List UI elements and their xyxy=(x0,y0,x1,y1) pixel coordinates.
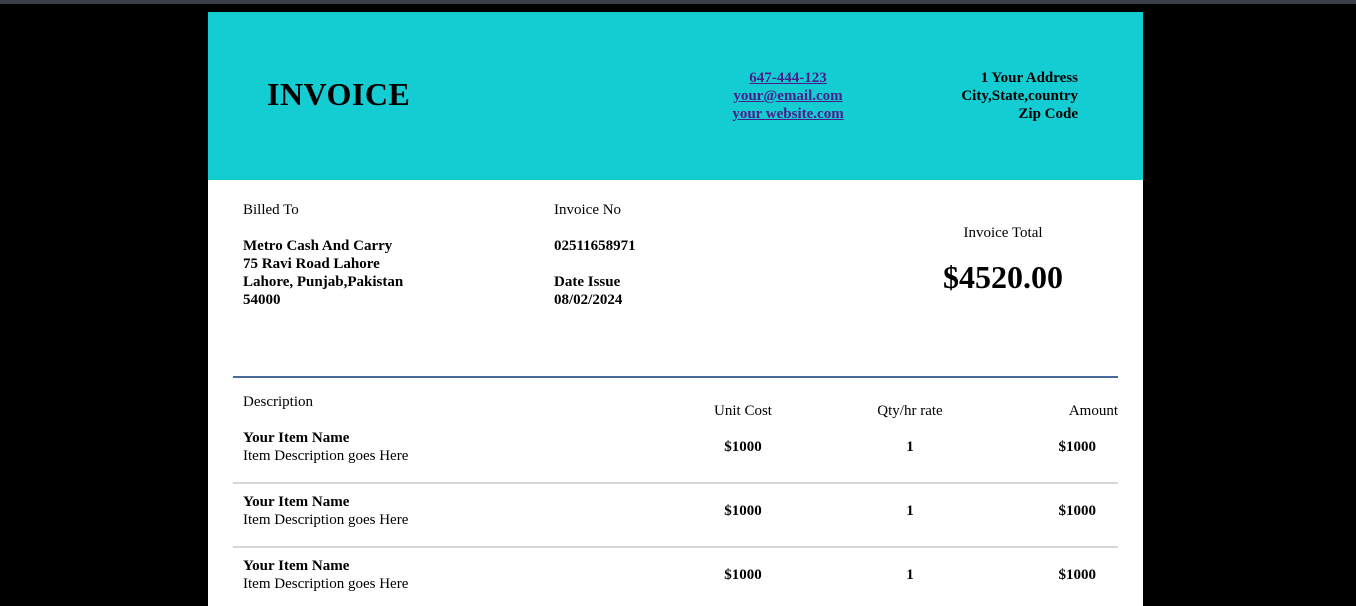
email-link[interactable]: your@email.com xyxy=(708,87,868,105)
invoice-header: INVOICE 647-444-123 your@email.com your … xyxy=(208,12,1143,180)
invoice-sheet: INVOICE 647-444-123 your@email.com your … xyxy=(208,12,1143,606)
item-amount: $1000 xyxy=(1058,567,1097,583)
invoice-info-block: Invoice No 02511658971 Date Issue 08/02/… xyxy=(554,201,636,309)
contact-block: 647-444-123 your@email.com your website.… xyxy=(708,69,868,123)
item-amount: $1000 xyxy=(1058,503,1097,519)
item-description: Item Description goes Here xyxy=(243,576,409,592)
section-divider xyxy=(233,376,1118,378)
item-unit-cost: $1000 xyxy=(724,503,762,519)
item-qty: 1 xyxy=(906,503,914,519)
company-address: 1 Your Address City,State,country Zip Co… xyxy=(858,69,1078,123)
column-header-unit-cost: Unit Cost xyxy=(714,403,772,419)
table-row: Your Item Name Item Description goes Her… xyxy=(233,429,1118,493)
phone-link[interactable]: 647-444-123 xyxy=(708,69,868,87)
item-amount: $1000 xyxy=(1058,439,1097,455)
items-table-header: Description Unit Cost Qty/hr rate Amount xyxy=(233,393,1118,433)
date-issue-label: Date Issue xyxy=(554,274,621,290)
item-description: Item Description goes Here xyxy=(243,448,409,464)
column-header-description: Description xyxy=(243,394,313,410)
date-issue: 08/02/2024 xyxy=(554,292,623,308)
invoice-number-label: Invoice No xyxy=(554,202,622,218)
billed-to-block: Billed To Metro Cash And Carry 75 Ravi R… xyxy=(243,201,403,309)
item-unit-cost: $1000 xyxy=(724,567,762,583)
table-row: Your Item Name Item Description goes Her… xyxy=(233,493,1118,557)
invoice-total-amount: $4520.00 xyxy=(943,259,1063,295)
invoice-title: INVOICE xyxy=(267,76,411,112)
client-city: Lahore, Punjab,Pakistan xyxy=(243,274,404,290)
item-qty: 1 xyxy=(906,439,914,455)
client-street: 75 Ravi Road Lahore xyxy=(243,256,380,272)
item-description: Item Description goes Here xyxy=(243,512,409,528)
client-name: Metro Cash And Carry xyxy=(243,238,393,254)
address-line-2: City,State,country xyxy=(961,88,1078,104)
invoice-total-label: Invoice Total xyxy=(963,225,1043,241)
column-header-qty: Qty/hr rate xyxy=(877,403,943,419)
item-name: Your Item Name xyxy=(243,558,350,574)
browser-top-strip xyxy=(0,0,1356,4)
address-line-3: Zip Code xyxy=(1018,106,1078,122)
item-qty: 1 xyxy=(906,567,914,583)
invoice-total-block: Invoice Total $4520.00 xyxy=(888,224,1118,293)
invoice-number: 02511658971 xyxy=(554,238,636,254)
client-zip: 54000 xyxy=(243,292,281,308)
table-row: Your Item Name Item Description goes Her… xyxy=(233,557,1118,606)
item-name: Your Item Name xyxy=(243,430,350,446)
address-line-1: 1 Your Address xyxy=(980,70,1078,86)
item-name: Your Item Name xyxy=(243,494,350,510)
website-link[interactable]: your website.com xyxy=(708,105,868,123)
billed-to-label: Billed To xyxy=(243,202,299,218)
row-divider xyxy=(233,482,1118,484)
item-unit-cost: $1000 xyxy=(724,439,762,455)
row-divider xyxy=(233,546,1118,548)
column-header-amount: Amount xyxy=(1068,403,1118,419)
